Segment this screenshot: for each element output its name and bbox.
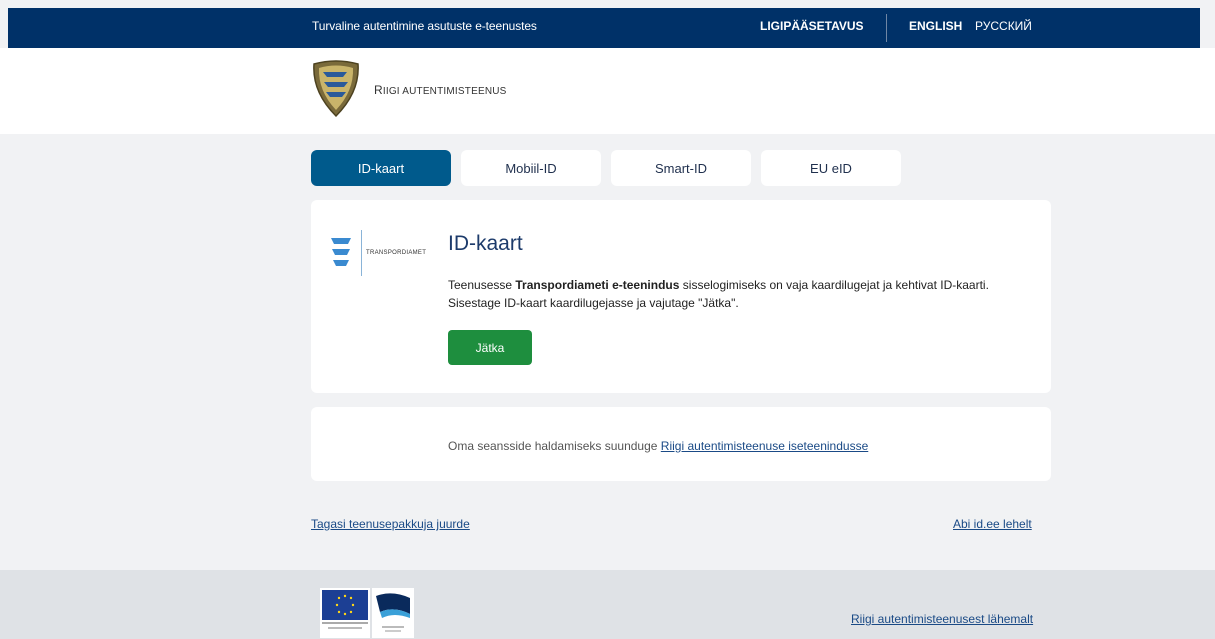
session-panel: Oma seansside haldamiseks suunduge Riigi… (311, 407, 1051, 481)
service-provider-logo: TRANSPORDIAMET (329, 230, 429, 276)
tagline: Turvaline autentimine asutuste e-teenust… (312, 19, 537, 33)
language-russian-link[interactable]: РУССКИЙ (975, 19, 1032, 33)
site-footer: Riigi autentimisteenusest lähemalt (0, 570, 1215, 639)
service-name: Transpordiameti e-teenindus (515, 278, 680, 292)
logo-divider (361, 230, 362, 276)
panel-title: ID-kaart (448, 232, 523, 255)
tab-mobile-id[interactable]: Mobiil-ID (461, 150, 601, 186)
estonian-coat-of-arms-icon (313, 60, 359, 118)
site-header: RIIGI AUTENTIMISTEENUS (0, 48, 1215, 134)
divider (886, 14, 887, 42)
service-provider-name: TRANSPORDIAMET (366, 250, 427, 256)
tab-smart-id[interactable]: Smart-ID (611, 150, 751, 186)
tab-eu-eid[interactable]: EU eID (761, 150, 901, 186)
eu-fund-logo (320, 588, 370, 638)
help-link[interactable]: Abi id.ee lehelt (953, 517, 1032, 531)
eu-flag-icon (322, 590, 368, 620)
top-bar: Turvaline autentimine asutuste e-teenust… (8, 8, 1200, 48)
self-service-link[interactable]: Riigi autentimisteenuse iseteenindusse (661, 439, 868, 453)
panel-description: Teenusesse Transpordiameti e-teenindus s… (448, 278, 989, 310)
session-text: Oma seansside haldamiseks suunduge Riigi… (448, 439, 869, 453)
three-lions-icon (331, 238, 351, 266)
eu-logo-caption-line (328, 627, 362, 629)
brand-name: RIIGI AUTENTIMISTEENUS (374, 83, 507, 97)
id-card-panel: TRANSPORDIAMET ID-kaart Teenusesse Trans… (311, 200, 1051, 393)
development-fund-logo (372, 588, 414, 638)
accessibility-link[interactable]: LIGIPÄÄSETAVUS (760, 19, 864, 33)
eu-logo-caption (322, 622, 368, 624)
continue-button[interactable]: Jätka (448, 330, 532, 365)
about-service-link[interactable]: Riigi autentimisteenusest lähemalt (851, 612, 1033, 626)
language-english-link[interactable]: ENGLISH (909, 19, 962, 33)
back-to-provider-link[interactable]: Tagasi teenusepakkuja juurde (311, 517, 470, 531)
flag-swoosh-icon (376, 593, 410, 632)
tab-id-card[interactable]: ID-kaart (311, 150, 451, 186)
